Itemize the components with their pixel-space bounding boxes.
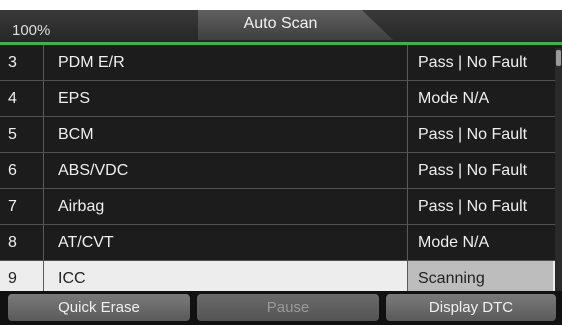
module-name: AT/CVT [58, 234, 114, 251]
module-list: 3 PDM E/R Pass | No Fault 4 EPS Mode N/A… [0, 45, 560, 297]
module-status: Pass | No Fault [407, 45, 553, 80]
module-status: Pass | No Fault [407, 189, 553, 224]
module-status: Pass | No Fault [407, 117, 553, 152]
module-status: Pass | No Fault [407, 153, 553, 188]
button-bar: Quick Erase Pause Display DTC [0, 291, 562, 325]
scrollbar-thumb[interactable] [556, 50, 561, 66]
module-name: EPS [58, 90, 91, 107]
list-item[interactable]: 3 PDM E/R Pass | No Fault [0, 45, 560, 81]
module-name: BCM [58, 126, 94, 143]
auto-scan-screen: 100% Auto Scan 3 PDM E/R Pass | No Fault… [0, 10, 562, 325]
header-bar: 100% Auto Scan [0, 10, 562, 42]
battery-level: 100% [12, 22, 51, 39]
row-number: 6 [0, 153, 44, 188]
row-number: 5 [0, 117, 44, 152]
module-status: Mode N/A [407, 225, 553, 260]
title-tab: Auto Scan [198, 10, 393, 40]
list-item[interactable]: 6 ABS/VDC Pass | No Fault [0, 153, 560, 189]
row-number: 3 [0, 45, 44, 80]
pause-button[interactable]: Pause [197, 294, 379, 321]
list-item[interactable]: 5 BCM Pass | No Fault [0, 117, 560, 153]
list-item[interactable]: 8 AT/CVT Mode N/A [0, 225, 560, 261]
row-number: 7 [0, 189, 44, 224]
module-name: Airbag [58, 198, 105, 215]
row-number: 8 [0, 225, 44, 260]
module-status: Mode N/A [407, 81, 553, 116]
display-dtc-button[interactable]: Display DTC [386, 294, 556, 321]
row-number: 4 [0, 81, 44, 116]
scrollbar[interactable] [555, 48, 562, 298]
module-name: ABS/VDC [58, 162, 129, 179]
list-item[interactable]: 7 Airbag Pass | No Fault [0, 189, 560, 225]
page-title: Auto Scan [243, 15, 318, 32]
list-item[interactable]: 4 EPS Mode N/A [0, 81, 560, 117]
module-name: PDM E/R [58, 54, 125, 71]
quick-erase-button[interactable]: Quick Erase [8, 294, 190, 321]
